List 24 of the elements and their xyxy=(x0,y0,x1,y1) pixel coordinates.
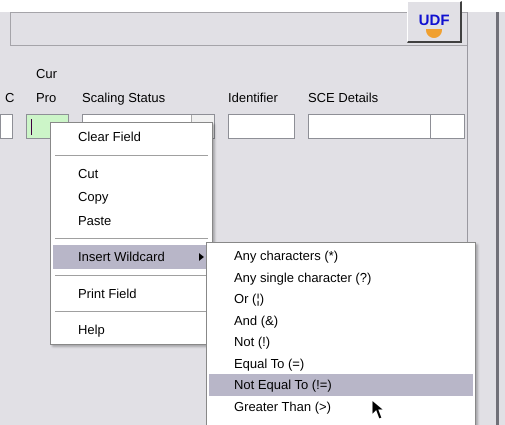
menu-item[interactable]: Any single character (?) xyxy=(209,266,473,288)
column-label: Cur Pro xyxy=(35,65,58,107)
menu-item[interactable]: Copy xyxy=(53,185,210,208)
menu-item[interactable]: Any characters (*) xyxy=(209,245,473,266)
input-field[interactable] xyxy=(0,114,13,139)
menu-item[interactable]: Or (¦) xyxy=(209,288,473,310)
menu-item[interactable]: Not Equal To (!=) xyxy=(209,374,473,396)
cursor-icon xyxy=(371,399,385,421)
menu-item[interactable]: Print Field xyxy=(53,282,210,305)
input-field[interactable] xyxy=(308,114,465,139)
column-label: SCE Details xyxy=(308,89,380,107)
menu-item[interactable]: Cut xyxy=(53,162,210,185)
menu-item[interactable]: And (&) xyxy=(209,310,473,331)
input-field[interactable] xyxy=(228,114,295,139)
menu-item[interactable]: Not (!) xyxy=(209,331,473,352)
column-label: Scaling Status xyxy=(82,89,166,107)
menu-item[interactable]: Clear Field xyxy=(53,125,210,148)
menu-item[interactable]: Help xyxy=(53,318,210,342)
column-label: C xyxy=(4,89,13,107)
menu-item[interactable]: Greater Than (>) xyxy=(209,396,473,417)
menu-item[interactable]: Paste xyxy=(53,208,210,232)
logo-button[interactable]: UDF xyxy=(407,1,462,43)
menu-item[interactable]: Equal To (=) xyxy=(209,352,473,374)
column-label: Identifier xyxy=(228,89,279,107)
